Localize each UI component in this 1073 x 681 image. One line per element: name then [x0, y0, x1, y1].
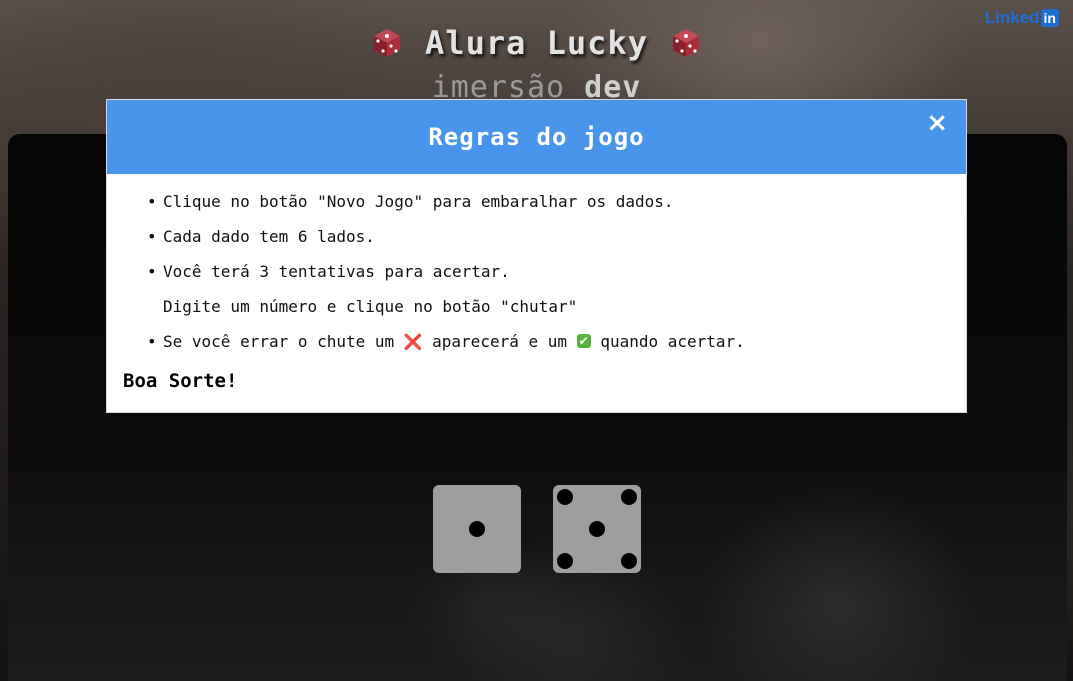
rule-text: Se você errar o chute um: [163, 332, 404, 351]
linkedin-text: Linked: [984, 8, 1040, 27]
rule-item: Digite um número e clique no botão "chut…: [163, 297, 578, 316]
modal-header: Regras do jogo ×: [107, 100, 966, 174]
modal-title: Regras do jogo: [428, 123, 645, 151]
check-mark-icon: ✔: [576, 334, 591, 348]
rule-text: quando acertar.: [590, 332, 745, 351]
app-title: Alura Lucky: [425, 24, 648, 62]
die-pip: [589, 521, 605, 537]
rule-item: Cada dado tem 6 lados.: [147, 227, 966, 262]
die-icon: [670, 27, 702, 59]
die-icon: [371, 27, 403, 59]
linkedin-icon: in: [1040, 9, 1059, 27]
die-pip: [557, 553, 573, 569]
title-row: Alura Lucky: [0, 24, 1073, 62]
rules-list: Clique no botão "Novo Jogo" para embaral…: [107, 174, 966, 367]
die-one: [433, 485, 521, 573]
linkedin-link[interactable]: Linked in: [985, 8, 1059, 28]
cross-mark-icon: ❌: [403, 333, 423, 351]
die-pip: [557, 489, 573, 505]
rule-text: aparecerá e um: [422, 332, 577, 351]
die-five: [553, 485, 641, 573]
rule-item: Se você errar o chute um ❌ aparecerá e u…: [147, 332, 966, 367]
good-luck-text: Boa Sorte!: [123, 370, 238, 392]
rule-item: Clique no botão "Novo Jogo" para embaral…: [147, 192, 966, 227]
dice-row: [433, 485, 641, 573]
die-pip: [469, 521, 485, 537]
close-icon[interactable]: ×: [926, 108, 948, 138]
rule-item: Você terá 3 tentativas para acertar.: [147, 262, 966, 297]
die-pip: [621, 553, 637, 569]
rules-modal: Regras do jogo × Clique no botão "Novo J…: [106, 99, 967, 413]
die-pip: [621, 489, 637, 505]
